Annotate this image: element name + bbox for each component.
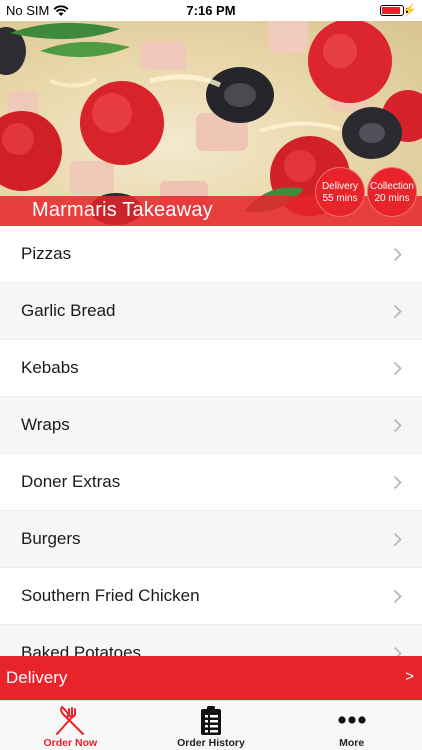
menu-item-label: Pizzas bbox=[21, 244, 72, 263]
menu-item-garlic-bread[interactable]: Garlic Bread bbox=[0, 283, 422, 340]
menu-item-label: Baked Potatoes bbox=[21, 643, 142, 656]
tab-order-history[interactable]: Order History bbox=[141, 701, 282, 750]
clipboard-list-icon bbox=[200, 706, 221, 735]
delivery-badge-time: 55 mins bbox=[322, 193, 358, 204]
chevron-right-icon bbox=[393, 418, 402, 433]
chevron-right-icon bbox=[393, 646, 402, 656]
battery-fill bbox=[382, 7, 400, 14]
status-bar: No SIM 7:16 PM ⚡ bbox=[0, 0, 422, 21]
menu-item-label: Kebabs bbox=[21, 358, 79, 377]
menu-item-wraps[interactable]: Wraps bbox=[0, 397, 422, 454]
collection-time-badge: Collection 20 mins bbox=[367, 167, 417, 217]
tab-order-now[interactable]: Order Now bbox=[0, 701, 141, 750]
menu-item-label: Burgers bbox=[21, 529, 81, 548]
chevron-right-icon bbox=[393, 532, 402, 547]
menu-item-label: Wraps bbox=[21, 415, 70, 434]
delivery-time-badge: Delivery 55 mins bbox=[315, 167, 365, 217]
menu-item-label: Southern Fried Chicken bbox=[21, 586, 200, 605]
menu-item-label: Doner Extras bbox=[21, 472, 121, 491]
tab-more[interactable]: More bbox=[281, 701, 422, 750]
chevron-right-icon bbox=[393, 361, 402, 376]
restaurant-name: Marmaris Takeaway bbox=[32, 199, 213, 221]
chevron-right-icon bbox=[393, 247, 402, 262]
menu-category-list: Pizzas Garlic Bread Kebabs Wraps Doner E… bbox=[0, 226, 422, 656]
chevron-right-icon bbox=[393, 589, 402, 604]
delivery-arrow-icon: > bbox=[405, 668, 414, 685]
battery-icon bbox=[380, 5, 404, 16]
delivery-mode-bar[interactable]: Delivery > bbox=[0, 656, 422, 700]
menu-item-pizzas[interactable]: Pizzas bbox=[0, 226, 422, 283]
tab-label: More bbox=[339, 737, 365, 749]
menu-item-southern-fried-chicken[interactable]: Southern Fried Chicken bbox=[0, 568, 422, 625]
collection-badge-label: Collection bbox=[370, 181, 414, 192]
tab-label: Order History bbox=[177, 737, 245, 749]
tab-bar: Order Now Order History More bbox=[0, 700, 422, 750]
collection-badge-time: 20 mins bbox=[374, 193, 410, 204]
tab-label: Order Now bbox=[43, 737, 98, 749]
fork-knife-icon bbox=[56, 705, 85, 735]
menu-item-kebabs[interactable]: Kebabs bbox=[0, 340, 422, 397]
menu-item-label: Garlic Bread bbox=[21, 301, 116, 320]
clock-label: 7:16 PM bbox=[186, 3, 236, 18]
charging-bolt-icon: ⚡ bbox=[402, 3, 417, 17]
menu-item-doner-extras[interactable]: Doner Extras bbox=[0, 454, 422, 511]
delivery-mode-label: Delivery bbox=[6, 668, 68, 687]
chevron-right-icon bbox=[393, 304, 402, 319]
more-dots-icon bbox=[338, 716, 366, 724]
hero-banner: Marmaris Takeaway Delivery 55 mins Colle… bbox=[0, 21, 422, 226]
menu-item-baked-potatoes[interactable]: Baked Potatoes bbox=[0, 625, 422, 656]
chevron-right-icon bbox=[393, 475, 402, 490]
menu-item-burgers[interactable]: Burgers bbox=[0, 511, 422, 568]
delivery-badge-label: Delivery bbox=[321, 181, 359, 192]
